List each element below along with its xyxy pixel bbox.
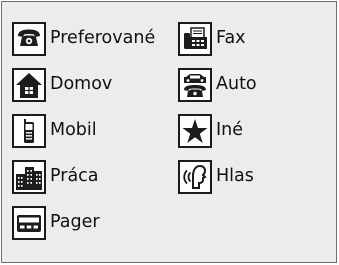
- phone-type-voice[interactable]: Hlas: [178, 160, 254, 194]
- phone-type-label: Auto: [216, 74, 257, 95]
- mobile-phone-icon: [12, 114, 46, 148]
- phone-type-label: Iné: [216, 120, 244, 141]
- phone-type-fax[interactable]: Fax: [178, 22, 246, 56]
- phone-type-label: Hlas: [216, 166, 254, 187]
- car-phone-icon: [178, 68, 212, 102]
- phone-type-label: Práca: [50, 166, 99, 187]
- phone-type-car[interactable]: Auto: [178, 68, 257, 102]
- fax-icon: [178, 22, 212, 56]
- telephone-icon: [12, 22, 46, 56]
- phone-type-work[interactable]: Práca: [12, 160, 99, 194]
- phone-type-label: Pager: [50, 212, 100, 233]
- voice-icon: [178, 160, 212, 194]
- house-icon: [12, 68, 46, 102]
- phone-type-label: Mobil: [50, 120, 97, 141]
- phone-type-label: Fax: [216, 28, 246, 49]
- phone-type-mobile[interactable]: Mobil: [12, 114, 97, 148]
- pager-icon: [12, 206, 46, 240]
- phone-type-home[interactable]: Domov: [12, 68, 112, 102]
- phone-type-label: Domov: [50, 74, 113, 95]
- phone-type-panel: Preferované Fax Domov Auto Mobil Iné Prá…: [1, 1, 337, 263]
- phone-type-label: Preferované: [50, 28, 156, 49]
- star-icon: [178, 114, 212, 148]
- phone-type-pager[interactable]: Pager: [12, 206, 100, 240]
- phone-type-other[interactable]: Iné: [178, 114, 243, 148]
- office-building-icon: [12, 160, 46, 194]
- phone-type-preferred[interactable]: Preferované: [12, 22, 155, 56]
